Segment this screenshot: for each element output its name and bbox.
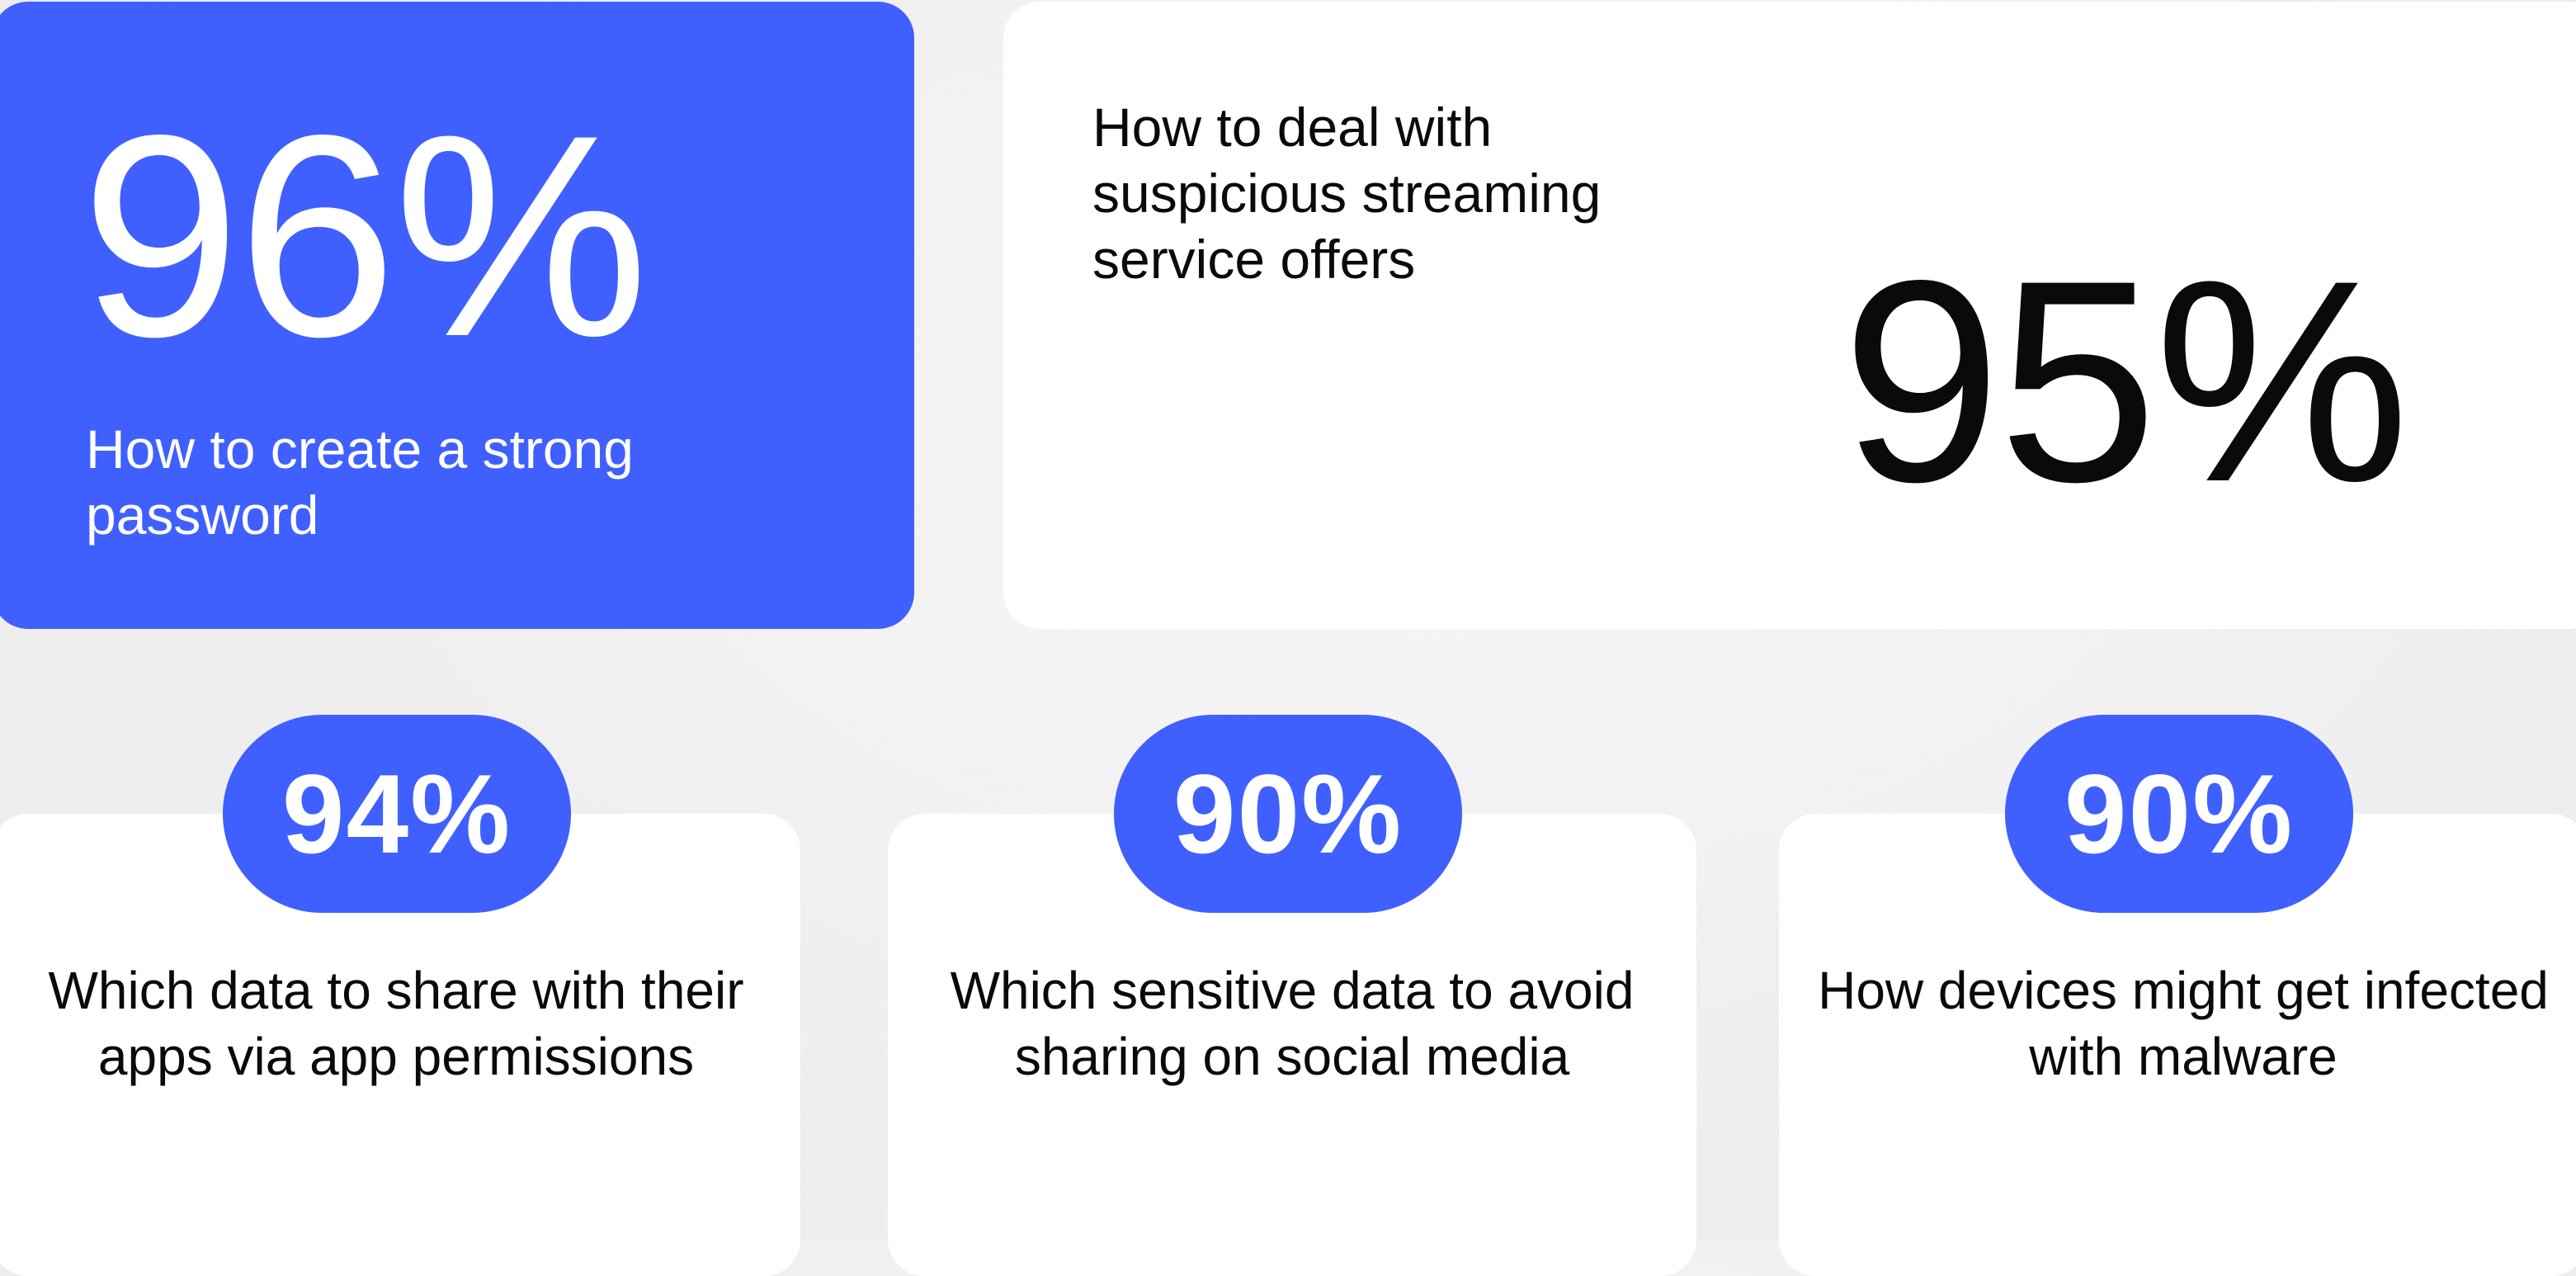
stat-card-streaming-offers: How to deal with suspicious streaming se… — [1003, 2, 2576, 629]
stat-description: Which data to share with their apps via … — [48, 961, 744, 1086]
stat-description: How devices might get infected with malw… — [1818, 961, 2549, 1086]
stat-percentage: 95% — [1842, 220, 2410, 541]
stat-percentage-badge: 90% — [2005, 715, 2353, 913]
stat-percentage: 96% — [81, 75, 649, 396]
stat-description: How to deal with suspicious streaming se… — [1092, 97, 1602, 290]
stat-description: How to create a strong password — [86, 418, 634, 546]
stat-description: Which sensitive data to avoid sharing on… — [950, 961, 1635, 1086]
stat-percentage-badge: 94% — [223, 715, 571, 913]
stat-percentage-badge: 90% — [1114, 715, 1462, 913]
stat-card-strong-password: 96% How to create a strong password — [0, 2, 914, 629]
